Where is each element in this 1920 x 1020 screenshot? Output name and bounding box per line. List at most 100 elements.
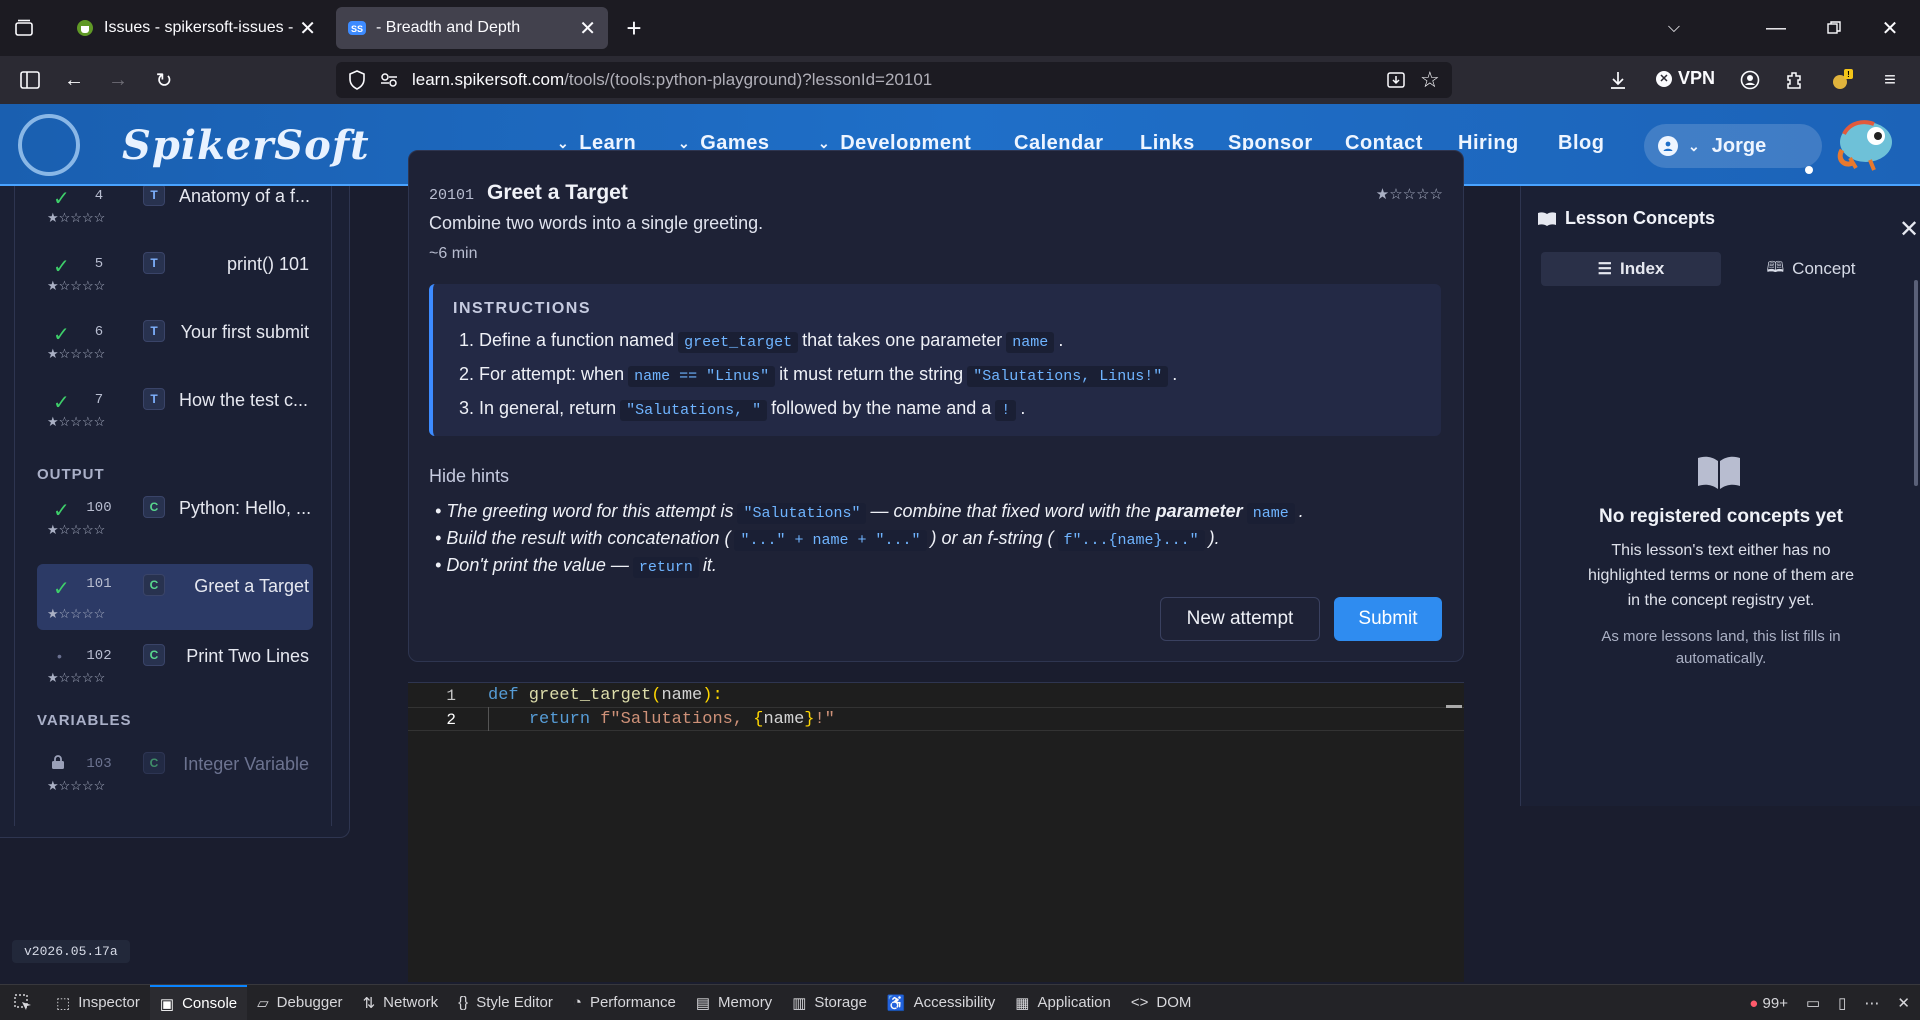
devtools-tab-performance[interactable]: ◔ Performance [563, 985, 686, 1020]
nav-blog[interactable]: Blog [1558, 132, 1604, 155]
url-bar[interactable]: learn.spikersoft.com/tools/(tools:python… [336, 62, 1452, 98]
instructions-box: INSTRUCTIONS 1. Define a function named g… [429, 284, 1441, 436]
list-icon: ☰ [1597, 261, 1612, 278]
memory-icon: ▤ [695, 994, 711, 1012]
lesson-list[interactable]: ✓ 4 T Anatomy of a f... ★☆☆☆☆ ✓ 5 T prin… [14, 186, 332, 826]
minimize-icon[interactable]: — [1756, 8, 1796, 48]
new-attempt-button[interactable]: New attempt [1160, 597, 1320, 641]
extension-alert-icon[interactable]: ! [1822, 60, 1862, 100]
lesson-item-active[interactable]: ✓ 101 C Greet a Target ★☆☆☆☆ [37, 564, 313, 630]
lesson-type-badge: T [143, 388, 165, 410]
vpn-button[interactable]: ✕ VPN [1656, 68, 1715, 89]
lesson-card: 20101 Greet a Target ★☆☆☆☆ Combine two w… [408, 150, 1464, 662]
lesson-item[interactable]: ✓ 7 T How the test c... ★☆☆☆☆ [37, 380, 313, 436]
check-icon: ✓ [53, 324, 70, 346]
lesson-item[interactable]: • 102 C Print Two Lines ★☆☆☆☆ [37, 636, 313, 692]
lesson-item[interactable]: ✓ 6 T Your first submit ★☆☆☆☆ [37, 312, 313, 368]
tab-concept[interactable]: 🕮 Concept [1721, 252, 1901, 286]
browser-tab-gitea[interactable]: Issues - spikersoft-issues - Gitea ✕ [64, 7, 328, 49]
lesson-item-locked[interactable]: 103 C Integer Variable ★☆☆☆☆ [37, 744, 313, 800]
shield-icon[interactable] [348, 70, 366, 90]
reload-icon[interactable]: ↻ [144, 60, 184, 100]
tab-index[interactable]: ☰ Index [1541, 252, 1721, 286]
code-line[interactable]: return f"Salutations, {name}!" [488, 710, 835, 729]
svg-text:SS: SS [351, 24, 363, 34]
back-icon[interactable]: ← [54, 60, 94, 100]
console-icon: ▣ [159, 995, 175, 1013]
site-permissions-icon[interactable] [380, 72, 398, 88]
devtools-tab-memory[interactable]: ▤ Memory [686, 985, 782, 1020]
devtools-tab-accessibility[interactable]: ♿ Accessibility [877, 985, 1005, 1020]
bookmark-star-icon[interactable]: ☆ [1420, 67, 1440, 93]
hint-item: • Build the result with concatenation ("… [435, 528, 1220, 551]
devtools-tab-dom[interactable]: <> DOM [1121, 985, 1202, 1020]
list-all-tabs-icon[interactable]: ⌵ [1654, 8, 1694, 48]
site-brand[interactable]: SpikerSoft [122, 122, 370, 169]
devtools-right-controls: ● 99+ ▭ ▯ ⋯ ✕ [1749, 985, 1910, 1020]
close-tab-icon[interactable]: ✕ [579, 16, 596, 41]
close-tab-icon[interactable]: ✕ [299, 16, 316, 41]
site-logo-icon[interactable] [18, 114, 80, 176]
lesson-type-badge: T [143, 320, 165, 342]
code-line[interactable]: def greet_target(name): [488, 686, 723, 705]
split-console-icon[interactable]: ▭ [1806, 994, 1820, 1012]
lesson-item[interactable]: ✓ 5 T print() 101 ★☆☆☆☆ [37, 244, 313, 300]
lesson-type-badge: T [143, 186, 165, 206]
hint-item: • The greeting word for this attempt is "… [435, 501, 1304, 524]
lesson-item[interactable]: ✓ 100 C Python: Hello, ... ★☆☆☆☆ [37, 488, 313, 544]
menu-icon[interactable]: ≡ [1870, 60, 1910, 100]
devtools-tab-application[interactable]: ▦ Application [1005, 985, 1121, 1020]
lesson-stars: ★☆☆☆☆ [47, 278, 106, 293]
book-open-icon [1537, 211, 1557, 227]
lesson-item[interactable]: ✓ 4 T Anatomy of a f... ★☆☆☆☆ [37, 186, 313, 232]
devtools-tab-debugger[interactable]: ▱ Debugger [247, 985, 352, 1020]
check-icon: ✓ [53, 500, 70, 522]
devtools-tab-storage[interactable]: ▥ Storage [782, 985, 877, 1020]
code-editor[interactable]: 1 2 def greet_target(name): return f"Sal… [408, 682, 1464, 982]
more-options-icon[interactable]: ⋯ [1864, 994, 1879, 1012]
network-icon: ⇅ [362, 994, 376, 1012]
application-icon: ▦ [1015, 994, 1030, 1012]
chameleon-mascot-icon[interactable] [1830, 112, 1898, 176]
user-menu-button[interactable]: ⌄ Jorge [1644, 124, 1822, 168]
panel-scrollbar[interactable] [1914, 280, 1918, 486]
lesson-name: Python: Hello, ... [179, 498, 312, 518]
forward-icon[interactable]: → [98, 60, 138, 100]
error-count[interactable]: ● 99+ [1749, 995, 1788, 1012]
browser-navbar: ← → ↻ learn.spikersoft.com/tools/(tools:… [0, 56, 1920, 104]
restore-icon[interactable] [1814, 8, 1854, 48]
empty-book-icon [1696, 454, 1742, 490]
section-heading-variables: VARIABLES [37, 712, 132, 729]
tab-title: Issues - spikersoft-issues - Gitea [104, 19, 294, 36]
minimap-slider[interactable] [1446, 705, 1462, 708]
devtools-tab-network[interactable]: ⇅ Network [353, 985, 449, 1020]
close-panel-icon[interactable]: ✕ [1899, 218, 1919, 242]
downloads-icon[interactable] [1598, 60, 1638, 100]
dock-side-icon[interactable]: ▯ [1838, 994, 1846, 1012]
submit-button[interactable]: Submit [1334, 597, 1442, 641]
new-tab-icon[interactable]: + [614, 8, 654, 48]
check-icon: ✓ [53, 256, 70, 278]
sidebar-toggle-icon[interactable] [10, 60, 50, 100]
nav-hiring[interactable]: Hiring [1458, 132, 1519, 155]
lesson-sidebar: ✓ 4 T Anatomy of a f... ★☆☆☆☆ ✓ 5 T prin… [0, 186, 350, 838]
extensions-icon[interactable] [1774, 60, 1814, 100]
devtools-tab-style-editor[interactable]: {} Style Editor [448, 985, 563, 1020]
url-text: learn.spikersoft.com/tools/(tools:python… [412, 70, 933, 89]
version-label: v2026.05.17a [12, 940, 130, 963]
line-number: 2 [446, 711, 456, 729]
close-window-icon[interactable]: ✕ [1870, 8, 1910, 48]
account-icon[interactable] [1730, 60, 1770, 100]
error-icon: ● [1749, 994, 1759, 1012]
lesson-id: 20101 [429, 187, 475, 204]
tab-list-icon[interactable] [4, 8, 44, 48]
lesson-type-badge: T [143, 252, 165, 274]
instruction-step: 3. In general, return "Salutations, " foll… [459, 398, 1026, 421]
devtools-tab-inspector[interactable]: ⬚ Inspector [46, 985, 150, 1020]
devtools-tab-console[interactable]: ▣ Console [149, 984, 248, 1020]
save-page-icon[interactable] [1386, 70, 1406, 90]
close-devtools-icon[interactable]: ✕ [1897, 994, 1910, 1012]
hide-hints-toggle[interactable]: Hide hints [429, 466, 509, 487]
browser-tab-breadth-depth[interactable]: SS - Breadth and Depth ✕ [336, 7, 608, 49]
element-picker-icon[interactable] [0, 985, 46, 1020]
